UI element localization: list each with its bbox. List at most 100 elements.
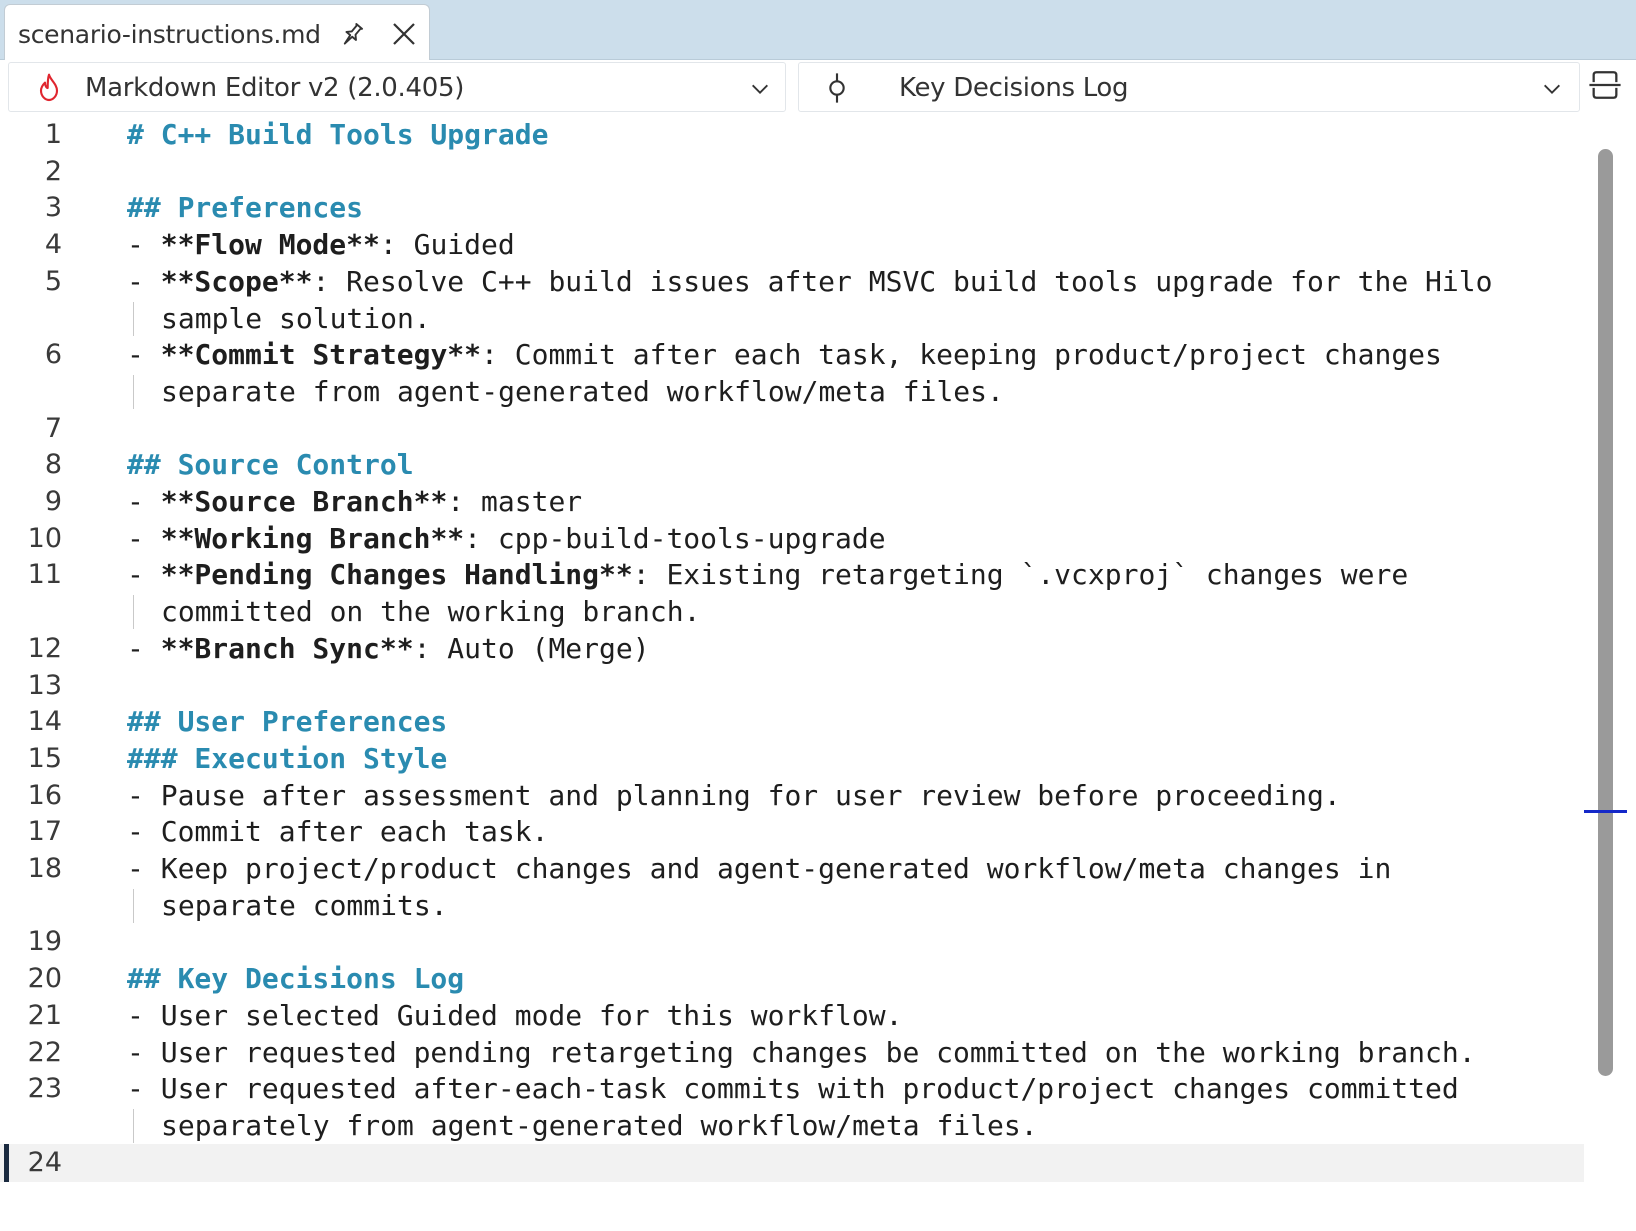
code-line[interactable]: 18 - Keep project/product changes and age… <box>0 850 1584 888</box>
wrapped-line-text: sample solution. <box>161 301 431 335</box>
code-line[interactable]: 7 <box>0 410 1584 448</box>
line-number: 5 <box>44 265 62 297</box>
line-number: 1 <box>44 119 62 150</box>
line-text: ### Execution Style <box>127 740 447 778</box>
line-number: 22 <box>27 1036 62 1068</box>
code-editor[interactable]: 1 # C++ Build Tools Upgrade 2 3 ## Preferenc… <box>0 116 1636 1231</box>
text-token: : master <box>447 485 583 518</box>
code-line[interactable]: 10 - **Working Branch**: cpp-build-tools-… <box>0 520 1584 558</box>
line-text: - **Branch Sync**: Auto (Merge) <box>127 630 650 668</box>
line-number: 24 <box>27 1146 62 1178</box>
line-number: 15 <box>27 742 62 774</box>
project-name: Markdown Editor v2 (2.0.405) <box>85 73 465 103</box>
wrapped-line-text: separate commits. <box>161 888 448 922</box>
text-token: - <box>127 558 161 592</box>
line-text: ## User Preferences <box>127 703 447 741</box>
line-number: 19 <box>27 926 62 958</box>
code-line[interactable]: 13 <box>0 667 1584 705</box>
tab-title: scenario-instructions.md <box>18 20 321 49</box>
bold-token: **Pending Changes Handling** <box>160 558 633 592</box>
bold-token: **Source Branch** <box>160 485 448 518</box>
line-text: ## Source Control <box>127 446 414 484</box>
heading-token: ## User Preferences <box>127 705 448 739</box>
code-line[interactable]: 8 ## Source Control <box>0 446 1584 484</box>
code-line[interactable]: 11 - **Pending Changes Handling**: Existi… <box>0 556 1584 594</box>
code-line[interactable]: 5 - **Scope**: Resolve C++ build issues a… <box>0 263 1584 301</box>
project-dropdown[interactable]: Markdown Editor v2 (2.0.405) <box>8 62 786 112</box>
text-token: - <box>127 264 161 298</box>
wrapped-line-text: separately from agent-generated workflow… <box>161 1108 1038 1142</box>
line-text: - User selected Guided mode for this wor… <box>127 997 902 1035</box>
text-token: - Keep project/product changes and agent… <box>127 852 1392 885</box>
code-line[interactable]: 14 ## User Preferences <box>0 703 1584 741</box>
code-line[interactable]: 16 - Pause after assessment and planning … <box>0 777 1584 815</box>
line-number: 11 <box>27 559 62 591</box>
code-line[interactable]: 1 # C++ Build Tools Upgrade <box>0 116 1584 154</box>
split-editor-icon[interactable] <box>1588 68 1622 102</box>
heading-token: ## Preferences <box>127 191 364 225</box>
code-line[interactable]: 3 ## Preferences <box>0 189 1584 227</box>
line-number: 12 <box>27 632 62 664</box>
wrapped-line[interactable]: sample solution. <box>0 300 1584 338</box>
text-token: - <box>127 485 161 518</box>
line-number: 16 <box>27 779 62 811</box>
vertical-scrollbar-thumb[interactable] <box>1598 149 1613 1076</box>
code-line[interactable]: 20 ## Key Decisions Log <box>0 960 1584 998</box>
line-number: 17 <box>27 816 62 848</box>
section-name: Key Decisions Log <box>899 73 1129 103</box>
line-number: 7 <box>44 412 62 444</box>
wrapped-line[interactable]: separate from agent-generated workflow/m… <box>0 373 1584 411</box>
line-number: 23 <box>27 1073 62 1105</box>
chevron-down-icon[interactable] <box>749 78 771 100</box>
wrapped-line[interactable]: separately from agent-generated workflow… <box>0 1107 1584 1145</box>
code-line[interactable]: 9 - **Source Branch**: master <box>0 483 1584 521</box>
text-token: - <box>127 631 161 665</box>
line-number: 20 <box>27 963 62 995</box>
code-line[interactable]: 23 - User requested after-each-task commi… <box>0 1070 1584 1108</box>
code-line[interactable]: 24 <box>0 1144 1584 1182</box>
code-line[interactable]: 2 <box>0 153 1584 191</box>
code-line[interactable]: 22 - User requested pending retargeting c… <box>0 1034 1584 1072</box>
commit-node-icon <box>829 73 845 103</box>
text-token: : Existing retargeting `.vcxproj` change… <box>632 558 1409 592</box>
wrapped-line[interactable]: committed on the working branch. <box>0 593 1584 631</box>
line-text: ## Preferences <box>127 189 363 227</box>
tab-scenario-instructions[interactable]: scenario-instructions.md <box>4 4 430 61</box>
tab-strip: scenario-instructions.md <box>0 0 1636 61</box>
text-token: - <box>127 228 161 262</box>
code-line[interactable]: 15 ### Execution Style <box>0 740 1584 778</box>
bold-token: **Branch Sync** <box>160 631 414 665</box>
line-text: - **Commit Strategy**: Commit after each… <box>127 336 1442 374</box>
heading-token: ## Key Decisions Log <box>127 962 465 996</box>
text-token: - User selected Guided mode for this wor… <box>127 998 903 1032</box>
line-number: 6 <box>44 339 62 371</box>
line-number: 3 <box>44 192 62 224</box>
heading-token: ## Source Control <box>127 448 414 482</box>
line-text: - **Flow Mode**: Guided <box>127 226 515 264</box>
line-text: - **Scope**: Resolve C++ build issues af… <box>127 263 1492 301</box>
text-token: - User requested pending retargeting cha… <box>127 1035 1476 1069</box>
line-text: - **Pending Changes Handling**: Existing… <box>127 556 1408 594</box>
pin-icon[interactable] <box>337 20 367 50</box>
navigation-bar: Markdown Editor v2 (2.0.405) Key Decisio… <box>0 60 1636 116</box>
scrollbar-caret-marker <box>1584 810 1627 813</box>
heading-token: ### Execution Style <box>127 741 448 775</box>
code-line[interactable]: 17 - Commit after each task. <box>0 813 1584 851</box>
section-dropdown[interactable]: Key Decisions Log <box>798 62 1580 112</box>
code-line[interactable]: 6 - **Commit Strategy**: Commit after eac… <box>0 336 1584 374</box>
line-text: # C++ Build Tools Upgrade <box>127 116 548 154</box>
line-number: 4 <box>44 229 62 261</box>
text-token: - Commit after each task. <box>127 815 549 849</box>
chevron-down-icon[interactable] <box>1541 78 1563 100</box>
text-token: : Commit after each task, keeping produc… <box>481 338 1442 372</box>
line-number: 21 <box>27 999 62 1031</box>
code-line[interactable]: 19 <box>0 923 1584 961</box>
close-icon[interactable] <box>389 19 419 49</box>
line-text: - User requested pending retargeting cha… <box>127 1034 1476 1072</box>
wrapped-line-text: committed on the working branch. <box>161 595 701 629</box>
line-text: - Keep project/product changes and agent… <box>127 850 1391 888</box>
wrapped-line[interactable]: separate commits. <box>0 887 1584 925</box>
code-line[interactable]: 4 - **Flow Mode**: Guided <box>0 226 1584 264</box>
code-line[interactable]: 12 - **Branch Sync**: Auto (Merge) <box>0 630 1584 668</box>
code-line[interactable]: 21 - User selected Guided mode for this w… <box>0 997 1584 1035</box>
